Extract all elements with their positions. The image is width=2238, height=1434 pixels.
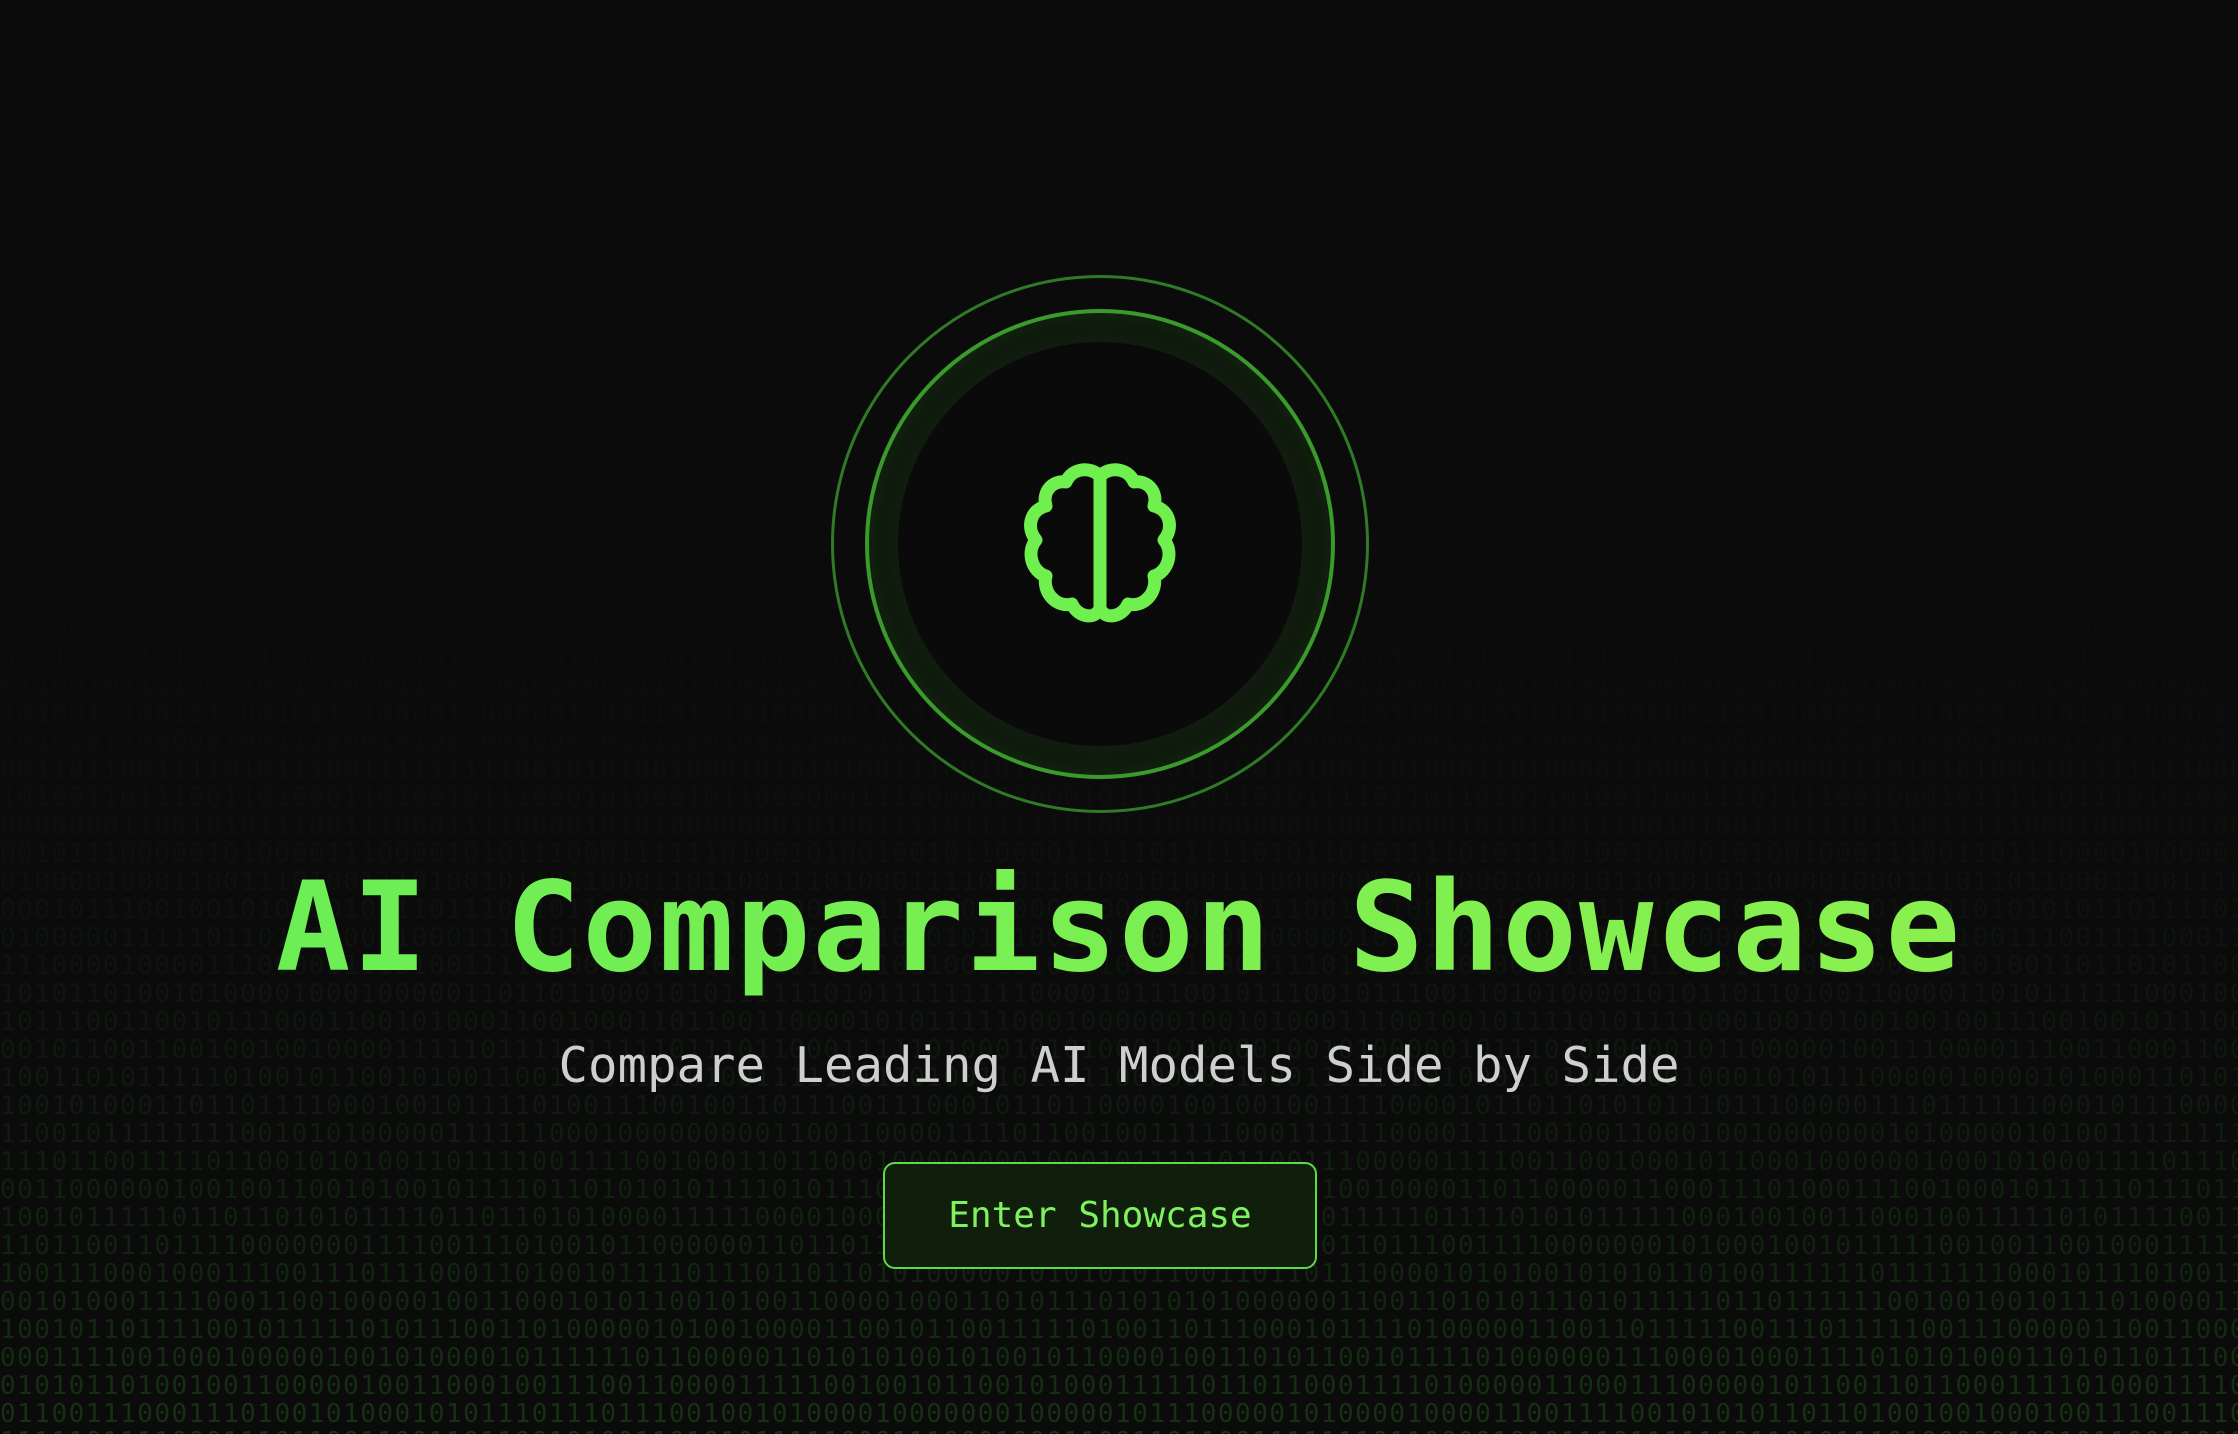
page-title: AI Comparison Showcase: [0, 858, 2238, 998]
hero-section: AI Comparison Showcase Compare Leading A…: [0, 0, 2238, 1434]
brain-icon: [1024, 463, 1176, 623]
enter-showcase-button[interactable]: Enter Showcase: [883, 1162, 1317, 1269]
page-subtitle: Compare Leading AI Models Side by Side: [558, 1037, 1680, 1094]
